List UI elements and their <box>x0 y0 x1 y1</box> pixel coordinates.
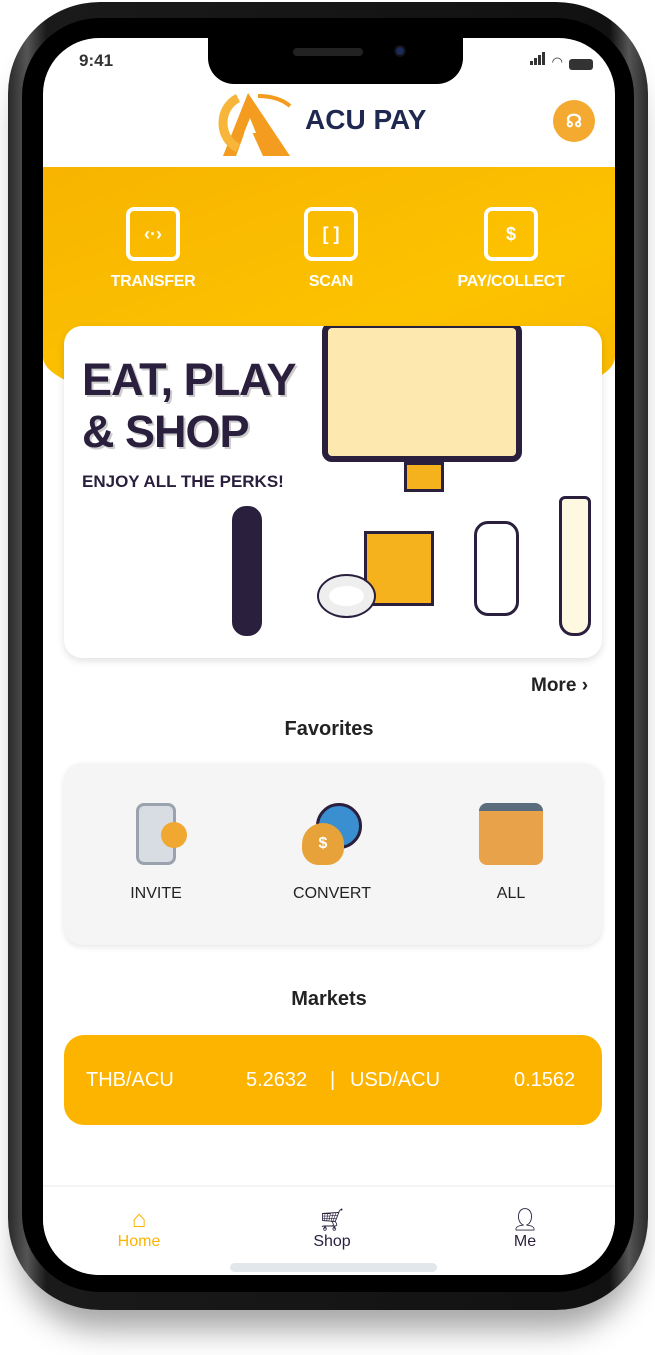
backpack-icon <box>479 803 543 865</box>
person-sitting-illustration <box>474 521 519 616</box>
status-icons: ◠ <box>529 52 593 70</box>
notch <box>208 38 463 84</box>
signal-icon <box>529 52 546 70</box>
nav-shop[interactable]: 🛒︎ Shop <box>272 1207 392 1251</box>
headset-icon[interactable]: ☊ <box>553 100 595 142</box>
banner-line1: EAT, PLAY <box>82 354 297 405</box>
favorites-card: INVITE $ CONVERT ALL <box>64 763 602 945</box>
chevron-right-icon: › <box>581 675 589 696</box>
battery-icon <box>569 59 593 70</box>
money-bag-clock-icon: $ <box>302 803 362 865</box>
app-title: ACU PAY <box>305 104 427 135</box>
banner-subtitle: ENJOY ALL THE PERKS! <box>82 472 284 491</box>
nav-me-label: Me <box>513 1233 537 1250</box>
home-indicator[interactable] <box>230 1263 437 1272</box>
market-ticker[interactable]: THB/ACU 5.2632 | USD/ACU 0.1562 <box>64 1035 602 1125</box>
nav-home-label: Home <box>117 1233 161 1250</box>
more-link[interactable]: More › <box>531 675 588 697</box>
phone-lock-icon <box>136 803 187 865</box>
dollar-phone-icon: $ <box>484 207 538 261</box>
speaker <box>293 48 363 56</box>
separator: | <box>330 1068 336 1091</box>
promo-banner[interactable]: EAT, PLAY & SHOP ENJOY ALL THE PERKS! <box>64 326 602 658</box>
markets-title: Markets <box>291 988 367 1010</box>
phone-transfer-icon: ‹·› <box>126 207 180 261</box>
camera <box>394 45 406 57</box>
cart-icon: 🛒︎ <box>318 1207 346 1232</box>
gift-box-illustration <box>364 531 434 606</box>
home-icon: ⌂ <box>131 1206 147 1233</box>
pair-usd: USD/ACU <box>350 1068 441 1091</box>
nav-home[interactable]: ⌂ Home <box>79 1207 199 1251</box>
nav-shop-label: Shop <box>313 1233 351 1250</box>
transfer-button[interactable]: ‹·› TRANSFER <box>73 207 233 291</box>
bottom-nav: ⌂ Home 🛒︎ Shop 👤︎ Me <box>43 1185 615 1275</box>
favorite-all[interactable]: ALL <box>436 803 586 903</box>
monitor-stand-illustration <box>404 462 444 492</box>
value-thb: 5.2632 <box>246 1068 308 1091</box>
nav-me[interactable]: 👤︎ Me <box>465 1207 585 1251</box>
monitor-illustration <box>322 326 522 462</box>
status-time: 9:41 <box>79 51 114 70</box>
glass-illustration <box>559 496 591 636</box>
favorite-convert[interactable]: $ CONVERT <box>257 803 407 903</box>
favorites-title: Favorites <box>284 718 374 740</box>
more-label: More <box>531 675 577 696</box>
favorite-invite[interactable]: INVITE <box>81 803 231 903</box>
pay-collect-button[interactable]: $ PAY/COLLECT <box>431 207 591 291</box>
user-icon: 👤︎ <box>511 1207 539 1232</box>
wifi-icon: ◠ <box>551 54 563 69</box>
banner-headline: EAT, PLAY & SHOP <box>82 354 297 458</box>
donut-illustration <box>317 574 376 618</box>
value-usd: 0.1562 <box>514 1068 576 1091</box>
acu-logo <box>218 93 292 156</box>
person-walking-illustration <box>232 506 262 636</box>
pair-thb: THB/ACU <box>86 1068 174 1091</box>
scan-button[interactable]: [ ] SCAN <box>251 207 411 291</box>
banner-line2: & SHOP <box>82 406 250 457</box>
scan-phone-icon: [ ] <box>304 207 358 261</box>
screen: 9:41 ◠ ACU PAY ☊ ‹·› TRANSFER [ ] SCAN $ PA… <box>43 38 615 1275</box>
